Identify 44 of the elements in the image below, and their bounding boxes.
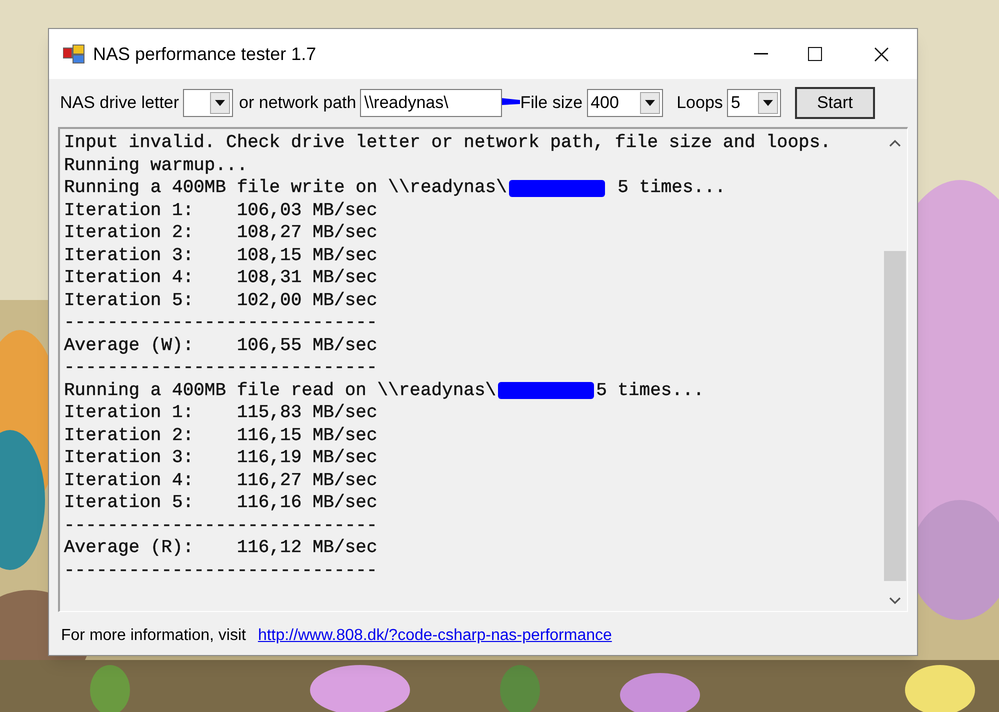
output-line: Iteration 4: 116,27 MB/sec	[64, 470, 378, 492]
field-label: NAS drive letter	[60, 92, 180, 114]
network-path-field[interactable]: \\readynas\	[360, 89, 502, 117]
field-label: File size	[520, 92, 583, 114]
window-title: NAS performance tester 1.7	[93, 42, 316, 66]
output-line: Running a 400MB file read on \\readynas\	[64, 380, 496, 402]
output-line: Iteration 3: 116,19 MB/sec	[64, 447, 378, 470]
maximize-icon[interactable]	[808, 47, 822, 61]
output-line: Iteration 1: 106,03 MB/sec	[64, 200, 378, 222]
output-line: Running a 400MB file write on \\readynas\	[64, 177, 507, 200]
scroll-down-icon[interactable]	[889, 597, 901, 605]
field-label: or network path	[239, 92, 356, 114]
output-line: Iteration 1: 115,83 MB/sec	[64, 402, 378, 424]
output-line: -----------------------------	[64, 514, 378, 537]
output-line: 5 times...	[616, 177, 726, 200]
output-line: Iteration 5: 116,16 MB/sec	[64, 492, 378, 514]
scrollbar-thumb[interactable]	[884, 251, 906, 581]
minimize-icon[interactable]	[754, 53, 768, 55]
dropdown-arrow-icon	[215, 100, 226, 106]
output-line: -----------------------------	[64, 312, 378, 334]
app-icon	[63, 44, 85, 64]
drive-letter-dropdown[interactable]	[183, 89, 234, 117]
output-line: -----------------------------	[64, 560, 378, 582]
dropdown-arrow-icon	[762, 100, 773, 106]
output-line: Iteration 5: 102,00 MB/sec	[64, 290, 378, 312]
close-icon[interactable]	[874, 46, 889, 62]
scroll-up-icon[interactable]	[889, 139, 901, 147]
output-line: Iteration 2: 108,27 MB/sec	[64, 222, 378, 244]
loops-dropdown[interactable]: 5	[726, 89, 781, 117]
website-link[interactable]: http://www.808.dk/?code-csharp-nas-performance	[258, 624, 612, 648]
output-line: 5 times...	[596, 380, 704, 402]
output-line: Iteration 3: 108,15 MB/sec	[64, 244, 378, 267]
output-line: Average (W): 106,55 MB/sec	[64, 334, 378, 357]
field-label: Loops	[676, 92, 723, 114]
output-line: Input invalid. Check drive letter or network path, file size and loops.	[64, 132, 832, 154]
output-line: Iteration 2: 116,15 MB/sec	[64, 424, 378, 447]
file-size-dropdown[interactable]: 400	[586, 89, 663, 117]
output-line: Iteration 4: 108,31 MB/sec	[64, 267, 378, 290]
output-line: Running warmup...	[64, 154, 249, 177]
info-text: For more information, visit	[61, 626, 246, 646]
dropdown-arrow-icon	[644, 100, 655, 106]
output-line: -----------------------------	[64, 357, 378, 380]
start-button[interactable]: Start	[794, 87, 875, 119]
output-line: Average (R): 116,12 MB/sec	[64, 537, 378, 560]
